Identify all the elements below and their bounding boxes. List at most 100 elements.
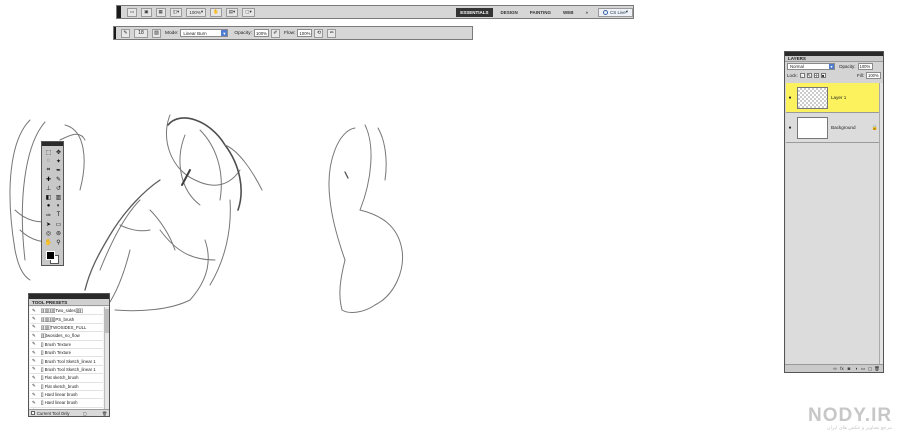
clone-stamp-tool-icon[interactable]: ⊥ <box>44 184 53 192</box>
crop-tool-icon[interactable]: ⌗ <box>44 166 53 174</box>
scrollbar-thumb[interactable] <box>105 309 109 333</box>
workspace-web[interactable]: WEB <box>559 8 578 17</box>
marquee-tool-icon[interactable]: ⬚ <box>44 148 53 156</box>
tool-preset-item[interactable]: ✎ [][]twosides_no_flow <box>30 332 103 341</box>
tool-preset-item[interactable]: ✎ [] Flat sketch_brush <box>30 374 103 383</box>
adjustment-layer-icon[interactable]: ◑ <box>853 366 859 372</box>
tool-presets-tab[interactable]: TOOL PRESETS <box>29 299 109 306</box>
current-tool-only-checkbox[interactable] <box>31 411 35 415</box>
opacity-input[interactable]: 100% <box>253 29 269 37</box>
tool-preset-item[interactable]: ✎ [][][][]TWOSIDES_FULL <box>30 324 103 333</box>
3d-rotate-tool-icon[interactable]: ◎ <box>44 229 53 237</box>
tool-preset-item[interactable]: ✎ [] Flat sketch_brush <box>30 383 103 391</box>
move-tool-icon[interactable]: ✥ <box>54 148 63 156</box>
options-grip[interactable] <box>114 27 116 39</box>
new-preset-icon[interactable]: ▢ <box>82 411 87 416</box>
brush-tool-preset-icon[interactable]: ✎ <box>121 28 130 38</box>
layer-opacity-input[interactable]: 100% <box>857 63 873 70</box>
layers-scrollbar[interactable] <box>879 83 883 364</box>
path-select-tool-icon[interactable]: ➤ <box>44 220 53 228</box>
history-brush-tool-icon[interactable]: ↺ <box>54 184 63 192</box>
eye-icon[interactable]: ● <box>786 95 794 101</box>
workspace-essentials[interactable]: ESSENTIALS <box>456 7 493 17</box>
blend-mode-select[interactable]: Normal ▼ <box>787 63 835 70</box>
pressure-size-icon[interactable]: ✏ <box>327 28 337 38</box>
flow-input[interactable]: 100% <box>297 29 313 37</box>
lock-all-icon[interactable]: ■ <box>820 73 826 78</box>
dodge-tool-icon[interactable]: ◐ <box>54 202 63 210</box>
link-layers-icon[interactable]: ∞ <box>832 366 838 372</box>
tool-preset-label: [] Brush Tool Sketch_linear 1 <box>41 366 96 372</box>
watermark-subtitle: مرجع تصاویر و عکس های ایران <box>826 425 892 431</box>
cs-live-button[interactable]: CS Live ▾ <box>597 7 633 17</box>
tool-preset-item[interactable]: ✎ [][][][][][]Two_sides[][][] <box>30 307 103 316</box>
eye-icon[interactable]: ● <box>786 125 794 131</box>
zoom-tool-icon[interactable]: ⚲ <box>54 238 63 246</box>
bridge-icon[interactable]: ▭ <box>127 7 138 17</box>
group-folder-icon[interactable]: ▭ <box>860 366 866 372</box>
brush-icon: ✎ <box>32 341 36 347</box>
new-layer-icon[interactable]: ▢ <box>867 366 873 372</box>
brush-size-picker[interactable]: 18 <box>134 28 148 38</box>
mode-select[interactable]: Linear Burn ▼ <box>180 29 229 37</box>
mini-bridge-icon[interactable]: ▣ <box>141 7 152 17</box>
workspace-design[interactable]: DESIGN <box>497 8 522 17</box>
tool-preset-item[interactable]: ✎ [] Brush Texture <box>30 341 103 349</box>
tool-preset-item[interactable]: ✎ [] Brush Tool Sketch_linear 1 <box>30 366 103 375</box>
workspace-painting[interactable]: PAINTING <box>526 8 555 17</box>
flow-value: 100% <box>299 30 311 36</box>
tool-preset-item[interactable]: ✎ [][][][][][]PS_brush <box>30 315 103 324</box>
layer-list: ● Layer 1 ● Background 🔒 <box>786 83 882 364</box>
eyedropper-tool-icon[interactable]: ✒ <box>54 166 63 174</box>
blur-tool-icon[interactable]: ● <box>44 202 53 210</box>
tool-preset-item[interactable]: ✎ [] Hard linear brush <box>30 391 103 400</box>
tool-preset-label: [][]twosides_no_flow <box>41 333 80 339</box>
fill-input[interactable]: 100% <box>866 72 881 79</box>
view-extras-icon[interactable]: ◫▾ <box>169 7 183 17</box>
tool-preset-label: [] Brush Texture <box>41 350 72 356</box>
foreground-color-swatch[interactable] <box>46 251 55 260</box>
extras-icon[interactable]: ▦ <box>155 7 166 17</box>
bar-grip[interactable] <box>117 6 121 18</box>
lock-pixels-icon[interactable]: ✎ <box>806 73 812 78</box>
layer-thumbnail <box>797 86 828 109</box>
trash-icon[interactable]: 🗑 <box>102 411 107 416</box>
3d-orbit-tool-icon[interactable]: ⊚ <box>54 229 63 237</box>
tool-presets-panel: TOOL PRESETS ✎ [][][][][][]Two_sides[][][… <box>28 293 110 417</box>
lasso-tool-icon[interactable]: ◌ <box>44 157 53 165</box>
type-tool-icon[interactable]: T <box>54 211 63 219</box>
tool-preset-label: [][][][]TWOSIDES_FULL <box>41 324 87 330</box>
hand-tool-icon[interactable]: ✋ <box>210 7 222 17</box>
tool-preset-item[interactable]: ✎ [] Brush Tool Sketch_linear 1 <box>30 357 103 366</box>
trash-icon[interactable]: 🗑 <box>874 366 880 372</box>
shape-tool-icon[interactable]: ▭ <box>54 220 63 228</box>
color-swatches <box>42 249 63 269</box>
brush-panel-toggle-icon[interactable]: ▧ <box>152 28 161 38</box>
healing-brush-tool-icon[interactable]: ✚ <box>44 175 53 183</box>
pen-tool-icon[interactable]: ✑ <box>44 211 53 219</box>
gradient-tool-icon[interactable]: ▥ <box>54 193 63 201</box>
lock-position-icon[interactable]: ✛ <box>813 73 819 78</box>
workspace-more-button[interactable]: » <box>581 8 592 17</box>
pressure-opacity-icon[interactable]: ✐ <box>270 28 280 38</box>
airbrush-icon[interactable]: ⟲ <box>314 28 324 38</box>
arrange-documents-icon[interactable]: ▤▾ <box>225 7 239 17</box>
tool-presets-footer: Current Tool Only ▢ 🗑 <box>29 409 109 416</box>
layer-style-icon[interactable]: fx <box>839 366 845 372</box>
eraser-tool-icon[interactable]: ◧ <box>44 193 53 201</box>
screen-mode-icon[interactable]: ▢▾ <box>242 7 255 17</box>
hand-tool-icon[interactable]: ✋ <box>44 238 53 246</box>
brush-icon: ✎ <box>32 324 36 330</box>
layer-row-background[interactable]: ● Background 🔒 <box>786 113 882 143</box>
layer-row-layer-1[interactable]: ● Layer 1 <box>786 83 882 113</box>
tool-presets-scrollbar[interactable] <box>104 307 109 409</box>
brush-tool-icon[interactable]: ✎ <box>54 175 63 183</box>
lock-transparency-icon[interactable]: ▫ <box>799 73 805 78</box>
zoom-level[interactable]: 100% ▾ <box>186 7 207 17</box>
tool-preset-item[interactable]: ✎ [] Hard linear brush <box>30 399 103 408</box>
tool-preset-item[interactable]: ✎ [] Brush Texture <box>30 349 103 358</box>
mode-value: Linear Burn <box>183 30 207 36</box>
quick-select-tool-icon[interactable]: ✦ <box>54 157 63 165</box>
layer-mask-icon[interactable]: ◙ <box>846 366 852 372</box>
tool-preset-label: [] Flat sketch_brush <box>41 383 79 389</box>
